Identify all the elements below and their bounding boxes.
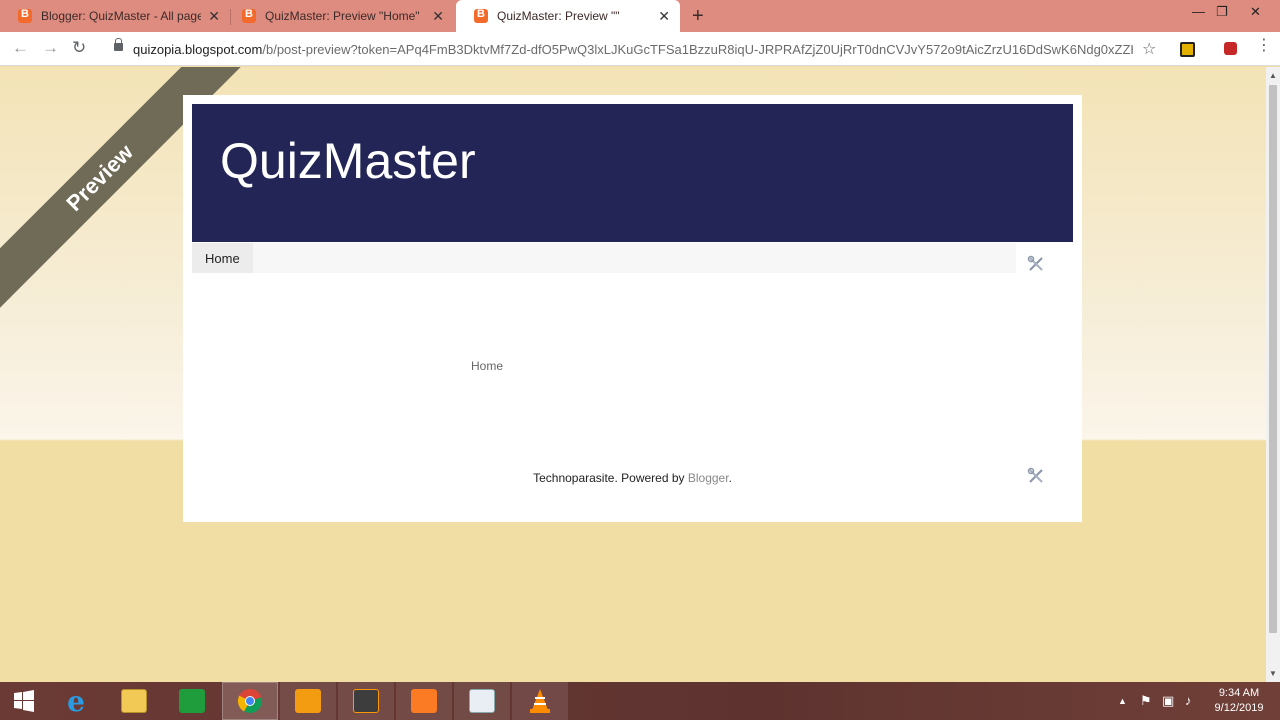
pages-tab-bar: Home — [192, 243, 1016, 273]
edit-tools-icon[interactable] — [1027, 255, 1045, 273]
preview-ribbon-label: Preview — [61, 139, 138, 216]
close-icon[interactable]: ✕ — [658, 9, 670, 23]
bookmark-star-icon[interactable]: ☆ — [1142, 39, 1156, 59]
window-close-button[interactable]: ✕ — [1250, 4, 1261, 20]
url-host: quizopia.blogspot.com — [133, 42, 263, 57]
forward-arrow-icon[interactable]: → — [42, 38, 59, 58]
action-center-flag-icon[interactable]: ⚑ — [1140, 693, 1152, 709]
internet-explorer-icon: e — [67, 684, 85, 718]
chrome-icon — [237, 689, 262, 713]
folder-icon — [121, 689, 147, 713]
blog-title[interactable]: QuizMaster — [220, 132, 476, 190]
volume-icon[interactable]: ♪ — [1185, 693, 1192, 708]
back-arrow-icon[interactable]: ← — [12, 38, 29, 58]
reload-icon[interactable]: ↻ — [72, 38, 86, 58]
footer-text: Technoparasite. Powered by — [533, 471, 688, 485]
media-player-icon — [295, 689, 321, 713]
tray-expand-icon[interactable]: ▲ — [1118, 696, 1127, 706]
blogger-link[interactable]: Blogger — [688, 471, 729, 485]
clock-date: 9/12/2019 — [1214, 702, 1264, 714]
blogger-icon — [18, 8, 32, 23]
menu-icon[interactable]: ⋮ — [1256, 38, 1272, 54]
blog-footer: Technoparasite. Powered by Blogger. — [183, 471, 1082, 485]
network-icon[interactable]: ▣ — [1162, 693, 1174, 709]
restore-button[interactable]: ❐ — [1216, 4, 1228, 20]
tab-preview-home[interactable]: QuizMaster: Preview "Home" ✕ — [224, 0, 454, 32]
url-text: quizopia.blogspot.com/b/post-preview?tok… — [133, 42, 1133, 57]
extension-icon[interactable] — [1180, 42, 1195, 57]
taskbar-file-explorer[interactable] — [106, 682, 162, 720]
scroll-down-icon[interactable]: ▼ — [1269, 669, 1277, 678]
notepad-icon — [469, 689, 495, 713]
start-button[interactable] — [0, 682, 48, 720]
url-path: /b/post-preview?token=APq4FmB3DktvMf7Zd-… — [262, 42, 1133, 57]
tab-home[interactable]: Home — [192, 243, 253, 273]
blogger-icon — [474, 8, 488, 23]
tab-title: Blogger: QuizMaster - All pages — [41, 9, 201, 23]
taskbar-clock[interactable]: 9:34 AM 9/12/2019 — [1206, 686, 1272, 716]
taskbar-media-app[interactable] — [280, 682, 336, 720]
tab-title: QuizMaster: Preview "" — [497, 9, 620, 23]
taskbar-xampp[interactable] — [396, 682, 452, 720]
tab-blogger-all-pages[interactable]: Blogger: QuizMaster - All pages ✕ — [0, 0, 230, 32]
vlc-icon — [530, 689, 550, 713]
blogger-icon — [242, 8, 256, 23]
taskbar-notepad[interactable] — [454, 682, 510, 720]
tab-preview-active[interactable]: QuizMaster: Preview "" ✕ — [456, 0, 680, 32]
extension-icon[interactable] — [1224, 42, 1237, 55]
windows-logo-icon — [14, 690, 34, 712]
taskbar-sublime[interactable] — [338, 682, 394, 720]
sublime-text-icon — [353, 689, 379, 713]
clock-time: 9:34 AM — [1218, 687, 1260, 699]
page-viewport: Preview QuizMaster Home Home Technoparas… — [0, 67, 1266, 682]
close-icon[interactable]: ✕ — [208, 9, 220, 23]
blog-card: QuizMaster Home Home Technoparasite. Pow… — [183, 95, 1082, 522]
blog-header: QuizMaster — [192, 104, 1073, 242]
xampp-icon — [411, 689, 437, 713]
tab-strip: Blogger: QuizMaster - All pages ✕ QuizMa… — [0, 0, 1280, 32]
taskbar-store[interactable] — [164, 682, 220, 720]
lock-icon — [114, 38, 123, 51]
tab-title: QuizMaster: Preview "Home" — [265, 9, 420, 23]
new-tab-button[interactable]: + — [692, 6, 704, 26]
store-icon — [179, 689, 205, 713]
minimize-button[interactable]: — — [1192, 4, 1205, 19]
taskbar: e ▲ ⚑ ▣ ♪ 9:34 AM 9/12/2019 — [0, 682, 1280, 720]
taskbar-internet-explorer[interactable]: e — [48, 682, 104, 720]
close-icon[interactable]: ✕ — [432, 9, 444, 23]
breadcrumb-home[interactable]: Home — [471, 359, 503, 373]
taskbar-chrome[interactable] — [222, 682, 278, 720]
taskbar-vlc[interactable] — [512, 682, 568, 720]
footer-end: . — [728, 471, 732, 485]
edit-tools-icon[interactable] — [1027, 467, 1045, 485]
address-bar[interactable]: quizopia.blogspot.com/b/post-preview?tok… — [104, 35, 1168, 63]
scrollbar-thumb[interactable] — [1269, 85, 1277, 633]
scroll-up-icon[interactable]: ▲ — [1269, 71, 1277, 80]
browser-toolbar: ← → ↻ quizopia.blogspot.com/b/post-previ… — [0, 32, 1280, 66]
vertical-scrollbar[interactable]: ▲ ▼ — [1266, 67, 1280, 682]
